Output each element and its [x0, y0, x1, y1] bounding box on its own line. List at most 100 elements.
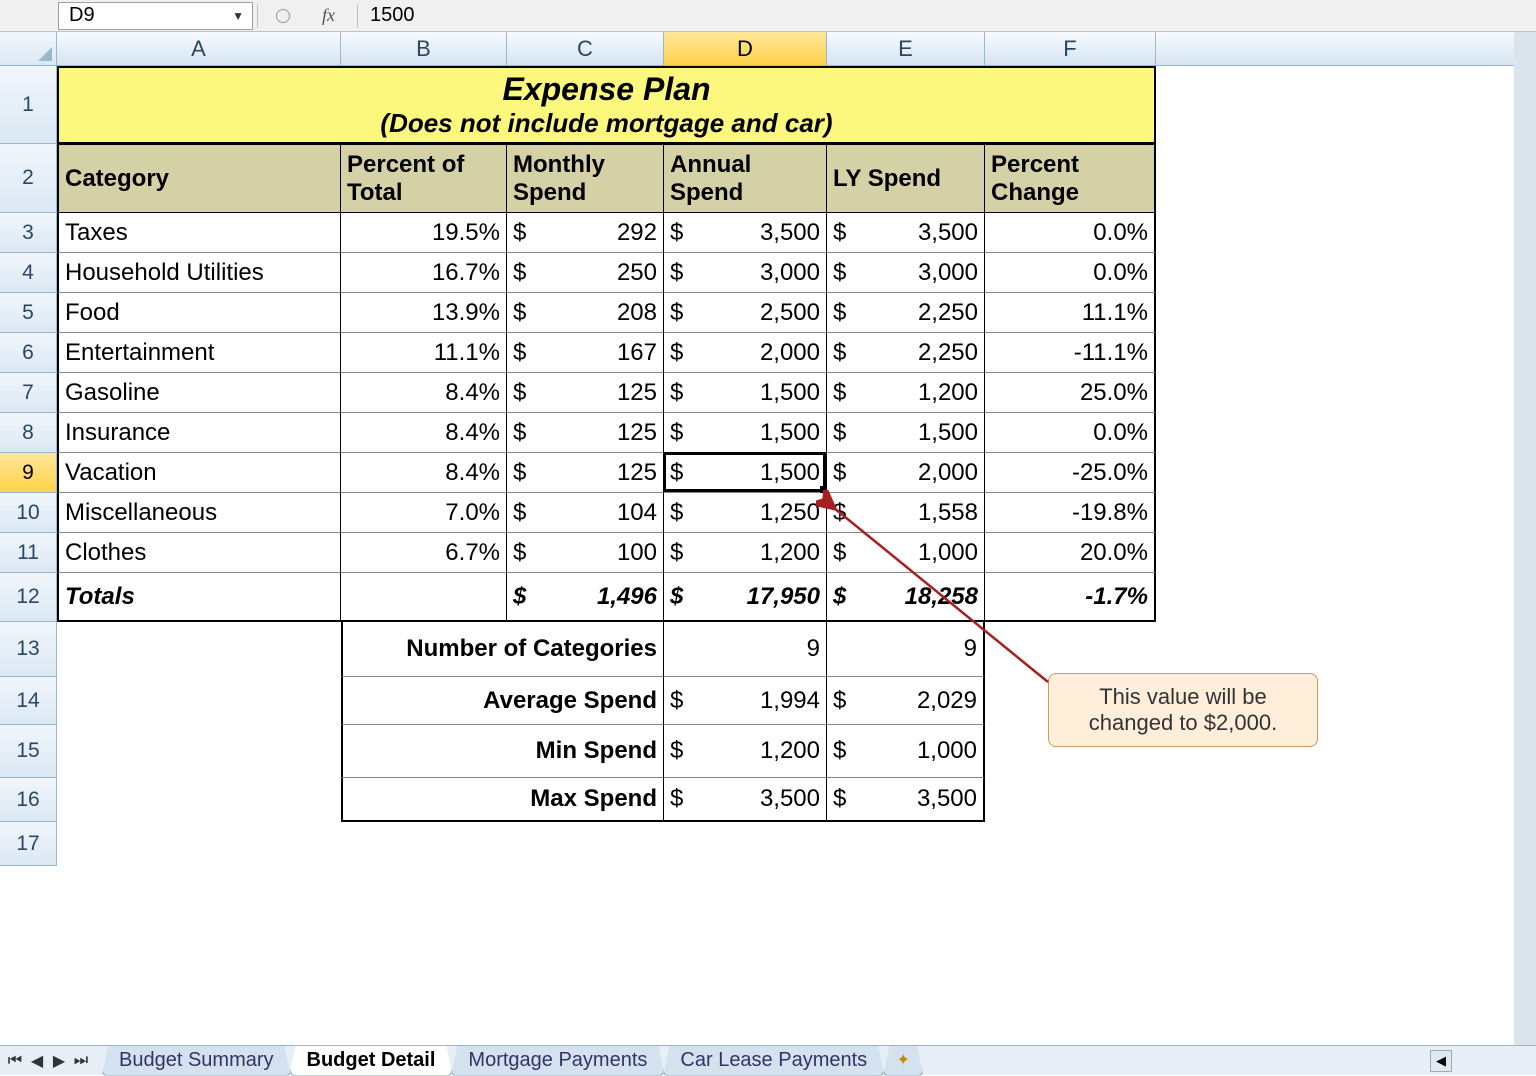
- cell-category-11[interactable]: Clothes: [57, 533, 341, 573]
- summary-label-16[interactable]: Max Spend: [341, 778, 664, 822]
- cell-pct-7[interactable]: 8.4%: [341, 373, 507, 413]
- insert-sheet-icon[interactable]: ✦: [883, 1046, 923, 1076]
- cell-totals-ly[interactable]: $18,258: [827, 573, 985, 622]
- cell-monthly-4[interactable]: $250: [507, 253, 664, 293]
- cell-ly-4[interactable]: $3,000: [827, 253, 985, 293]
- cell-change-9[interactable]: -25.0%: [985, 453, 1156, 493]
- cell-change-10[interactable]: -19.8%: [985, 493, 1156, 533]
- col-header-c[interactable]: C: [507, 32, 664, 65]
- cell-pct-8[interactable]: 8.4%: [341, 413, 507, 453]
- cell-annual-11[interactable]: $1,200: [664, 533, 827, 573]
- cell-ly-11[interactable]: $1,000: [827, 533, 985, 573]
- cell-pct-11[interactable]: 6.7%: [341, 533, 507, 573]
- cell-change-8[interactable]: 0.0%: [985, 413, 1156, 453]
- cell-change-11[interactable]: 20.0%: [985, 533, 1156, 573]
- scroll-left-icon[interactable]: ◀: [1430, 1050, 1452, 1072]
- horizontal-scroll[interactable]: ◀: [1430, 1050, 1530, 1072]
- col-header-a[interactable]: A: [57, 32, 341, 65]
- tab-nav-last-icon[interactable]: ⏭: [70, 1050, 92, 1072]
- cell-totals-monthly[interactable]: $1,496: [507, 573, 664, 622]
- cell-pct-4[interactable]: 16.7%: [341, 253, 507, 293]
- col-header-d[interactable]: D: [664, 32, 827, 65]
- summary-d-13[interactable]: 9: [664, 622, 827, 677]
- row-header-17[interactable]: 17: [0, 822, 57, 866]
- col-header-f[interactable]: F: [985, 32, 1156, 65]
- cell-monthly-5[interactable]: $208: [507, 293, 664, 333]
- row-header-10[interactable]: 10: [0, 493, 57, 533]
- summary-d-16[interactable]: $3,500: [664, 778, 827, 822]
- chevron-down-icon[interactable]: ▼: [232, 9, 244, 23]
- col-header-b[interactable]: B: [341, 32, 507, 65]
- title-merged-cell[interactable]: Expense Plan(Does not include mortgage a…: [57, 66, 1156, 144]
- sheet-tab-car-lease-payments[interactable]: Car Lease Payments: [663, 1046, 884, 1076]
- cell-change-6[interactable]: -11.1%: [985, 333, 1156, 373]
- row-header-6[interactable]: 6: [0, 333, 57, 373]
- tab-nav-first-icon[interactable]: ⏮: [4, 1050, 26, 1072]
- cell-pct-9[interactable]: 8.4%: [341, 453, 507, 493]
- cell-annual-9[interactable]: $1,500: [664, 453, 827, 493]
- row-header-9[interactable]: 9: [0, 453, 57, 493]
- col-header-e[interactable]: E: [827, 32, 985, 65]
- select-all-corner[interactable]: [0, 32, 57, 65]
- tab-nav-next-icon[interactable]: ▶: [48, 1050, 70, 1072]
- summary-d-14[interactable]: $1,994: [664, 677, 827, 725]
- header-category[interactable]: Category: [57, 144, 341, 213]
- summary-e-13[interactable]: 9: [827, 622, 985, 677]
- cell-ly-9[interactable]: $2,000: [827, 453, 985, 493]
- cell-category-8[interactable]: Insurance: [57, 413, 341, 453]
- cell-change-5[interactable]: 11.1%: [985, 293, 1156, 333]
- cell-pct-3[interactable]: 19.5%: [341, 213, 507, 253]
- cell-ly-8[interactable]: $1,500: [827, 413, 985, 453]
- header-monthly-spend[interactable]: Monthly Spend: [507, 144, 664, 213]
- row-header-1[interactable]: 1: [0, 66, 57, 144]
- row-header-7[interactable]: 7: [0, 373, 57, 413]
- cell-ly-7[interactable]: $1,200: [827, 373, 985, 413]
- cell-pct-5[interactable]: 13.9%: [341, 293, 507, 333]
- cancel-icon[interactable]: [276, 9, 290, 23]
- cell-monthly-11[interactable]: $100: [507, 533, 664, 573]
- cell-pct-6[interactable]: 11.1%: [341, 333, 507, 373]
- cell-category-9[interactable]: Vacation: [57, 453, 341, 493]
- row-header-2[interactable]: 2: [0, 144, 57, 213]
- summary-label-14[interactable]: Average Spend: [341, 677, 664, 725]
- cell-category-3[interactable]: Taxes: [57, 213, 341, 253]
- cell-monthly-7[interactable]: $125: [507, 373, 664, 413]
- formula-value[interactable]: 1500: [370, 4, 415, 27]
- cell-ly-6[interactable]: $2,250: [827, 333, 985, 373]
- name-box[interactable]: D9 ▼: [58, 2, 253, 30]
- cell-category-4[interactable]: Household Utilities: [57, 253, 341, 293]
- row-header-8[interactable]: 8: [0, 413, 57, 453]
- cell-monthly-8[interactable]: $125: [507, 413, 664, 453]
- header-percent-change[interactable]: Percent Change: [985, 144, 1156, 213]
- cell-annual-4[interactable]: $3,000: [664, 253, 827, 293]
- summary-e-16[interactable]: $3,500: [827, 778, 985, 822]
- cell-category-6[interactable]: Entertainment: [57, 333, 341, 373]
- cell-ly-10[interactable]: $1,558: [827, 493, 985, 533]
- cell-annual-10[interactable]: $1,250: [664, 493, 827, 533]
- cell-ly-3[interactable]: $3,500: [827, 213, 985, 253]
- cell-change-7[interactable]: 25.0%: [985, 373, 1156, 413]
- cell-monthly-10[interactable]: $104: [507, 493, 664, 533]
- cell-category-7[interactable]: Gasoline: [57, 373, 341, 413]
- cell-totals-change[interactable]: -1.7%: [985, 573, 1156, 622]
- cell-annual-5[interactable]: $2,500: [664, 293, 827, 333]
- cell-annual-8[interactable]: $1,500: [664, 413, 827, 453]
- cell-annual-6[interactable]: $2,000: [664, 333, 827, 373]
- row-header-12[interactable]: 12: [0, 573, 57, 622]
- header-percent-total[interactable]: Percent of Total: [341, 144, 507, 213]
- sheet-tab-budget-detail[interactable]: Budget Detail: [290, 1046, 453, 1076]
- vertical-scrollbar[interactable]: [1514, 32, 1536, 1045]
- row-header-11[interactable]: 11: [0, 533, 57, 573]
- sheet-tab-budget-summary[interactable]: Budget Summary: [102, 1046, 291, 1076]
- row-header-3[interactable]: 3: [0, 213, 57, 253]
- cell-annual-3[interactable]: $3,500: [664, 213, 827, 253]
- cell-change-4[interactable]: 0.0%: [985, 253, 1156, 293]
- cell-monthly-9[interactable]: $125: [507, 453, 664, 493]
- cell-totals-annual[interactable]: $17,950: [664, 573, 827, 622]
- cell-monthly-3[interactable]: $292: [507, 213, 664, 253]
- row-header-14[interactable]: 14: [0, 677, 57, 725]
- cell-change-3[interactable]: 0.0%: [985, 213, 1156, 253]
- row-header-4[interactable]: 4: [0, 253, 57, 293]
- cell-totals-b[interactable]: [341, 573, 507, 622]
- header-annual-spend[interactable]: Annual Spend: [664, 144, 827, 213]
